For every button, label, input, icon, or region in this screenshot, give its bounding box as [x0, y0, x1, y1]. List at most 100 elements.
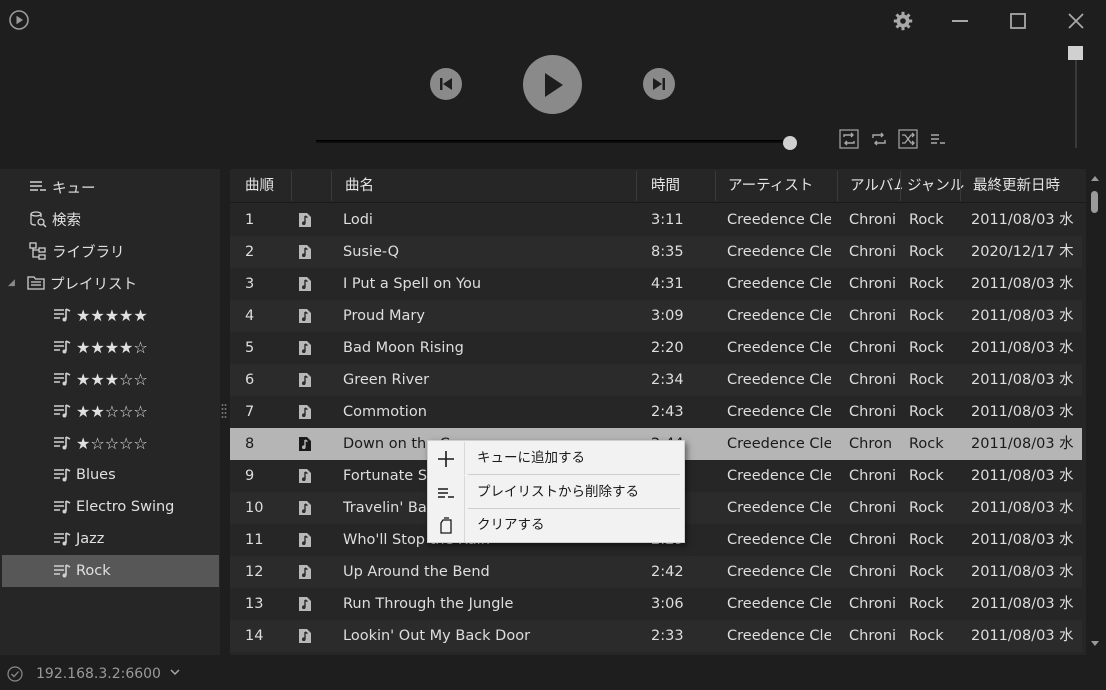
splitter-handle[interactable] [221, 402, 227, 422]
sidebar-item-3-stars[interactable]: ★★★☆☆ [2, 363, 219, 395]
shuffle-icon[interactable] [897, 129, 919, 149]
context-menu-clear[interactable]: クリアする [428, 509, 684, 542]
table-row[interactable]: 6 Green River 2:34 Creedence Clea Chroni Rock… [230, 364, 1082, 396]
context-menu-remove-from-playlist[interactable]: プレイリストから削除する [428, 476, 684, 509]
table-row[interactable]: 7 Commotion 2:43 Creedence Clea Chroni Rock 20… [230, 396, 1082, 428]
music-file-icon [298, 300, 314, 332]
table-row[interactable]: 4 Proud Mary 3:09 Creedence Clea Chroni Rock 2… [230, 300, 1082, 332]
music-file-icon [298, 588, 314, 620]
music-file-icon [298, 236, 314, 268]
gear-icon[interactable] [888, 8, 918, 34]
cell-artist: Creedence Clea [727, 628, 831, 644]
cell-album: Chroni [849, 372, 897, 388]
playlist-music-icon [52, 401, 72, 421]
table-row[interactable]: 5 Bad Moon Rising 2:20 Creedence Clea Chroni… [230, 332, 1082, 364]
cell-genre: Rock [909, 628, 944, 644]
cell-modified: 2011/08/03 水 1 [971, 596, 1079, 612]
sidebar-item-label: プレイリスト [50, 276, 137, 293]
cell-genre: Rock [909, 564, 944, 580]
repeat-icon[interactable] [868, 129, 890, 149]
volume-knob[interactable] [1068, 46, 1083, 60]
column-header-time[interactable]: 時間 [651, 169, 711, 203]
sidebar-item-label: ★★★☆☆ [76, 369, 148, 389]
cell-time: 3:11 [651, 212, 684, 228]
context-menu-add-to-queue[interactable]: キューに追加する [428, 442, 684, 475]
check-circle-icon [6, 665, 24, 683]
sidebar-item-electro-swing[interactable]: Electro Swing [2, 491, 219, 523]
cell-modified: 2011/08/03 水 1 [971, 628, 1079, 644]
cell-title: Susie-Q [343, 244, 400, 260]
cell-track-no: 8 [245, 436, 255, 452]
minimize-icon[interactable] [945, 8, 975, 34]
table-row[interactable]: 1 Lodi 3:11 Creedence Clea Chroni Rock 2011/08… [230, 204, 1082, 236]
sidebar-item-label: ★★☆☆☆ [76, 401, 148, 421]
sidebar-item-search[interactable]: 検索 [2, 203, 219, 235]
table-row[interactable]: 2 Susie-Q 8:35 Creedence Clea Chroni Rock 2020… [230, 236, 1082, 268]
skip-next-icon[interactable] [643, 68, 675, 100]
sidebar-item-queue[interactable]: キュー [2, 171, 219, 203]
cell-title: Lookin' Out My Back Door [343, 628, 531, 644]
sidebar-item-playlists[interactable]: ◢ プレイリスト [2, 267, 219, 299]
play-icon[interactable] [523, 55, 582, 114]
seek-knob[interactable] [783, 136, 797, 150]
cell-album: Chroni [849, 532, 897, 548]
seek-bar[interactable] [316, 140, 792, 143]
cell-artist: Creedence Clea [727, 564, 831, 580]
sidebar-item-jazz[interactable]: Jazz [2, 523, 219, 555]
table-row[interactable]: 13 Run Through the Jungle 3:06 Creedence Cl… [230, 588, 1082, 620]
playlist-icon[interactable] [927, 129, 949, 149]
clear-icon [428, 509, 464, 542]
table-row[interactable]: 14 Lookin' Out My Back Door 2:33 Creedence … [230, 620, 1082, 652]
skip-previous-icon[interactable] [430, 68, 462, 100]
sidebar-item-library[interactable]: ライブラリ [2, 235, 219, 267]
sidebar-item-label: キュー [52, 180, 96, 197]
cell-modified: 2020/12/17 木 ( [971, 244, 1079, 260]
music-file-icon [298, 204, 314, 236]
cell-time: 2:20 [651, 340, 684, 356]
sidebar-item-rock[interactable]: Rock [2, 555, 219, 587]
chevron-down-icon[interactable]: ◢ [8, 278, 24, 288]
sidebar-item-2-stars[interactable]: ★★☆☆☆ [2, 395, 219, 427]
cell-modified: 2011/08/03 水 1 [971, 372, 1079, 388]
server-address[interactable]: 192.168.3.2:6600 [36, 666, 161, 682]
sidebar-item-4-stars[interactable]: ★★★★☆ [2, 331, 219, 363]
cell-artist: Creedence Clea [727, 276, 831, 292]
volume-track[interactable] [1075, 54, 1077, 148]
cell-artist: Creedence Clea [727, 340, 831, 356]
scrollbar[interactable] [1086, 169, 1104, 655]
cell-title: Run Through the Jungle [343, 596, 514, 612]
playlist-music-icon [52, 369, 72, 389]
column-header-track-no[interactable]: 曲順 [245, 169, 295, 203]
cell-album: Chroni [849, 564, 897, 580]
cell-track-no: 9 [245, 468, 255, 484]
cell-artist: Creedence Clea [727, 596, 831, 612]
column-header-modified[interactable]: 最終更新日時 [973, 169, 1083, 203]
maximize-icon[interactable] [1003, 8, 1033, 34]
chevron-down-icon[interactable] [169, 666, 181, 682]
cell-time: 4:31 [651, 276, 684, 292]
sidebar-item-1-star[interactable]: ★☆☆☆☆ [2, 427, 219, 459]
cell-modified: 2011/08/03 水 1 [971, 212, 1079, 228]
sidebar-item-5-stars[interactable]: ★★★★★ [2, 299, 219, 331]
column-header-album[interactable]: アルバム [850, 169, 902, 203]
cell-genre: Rock [909, 468, 944, 484]
sidebar-item-blues[interactable]: Blues [2, 459, 219, 491]
cell-artist: Creedence Clea [727, 308, 831, 324]
cell-album: Chroni [849, 340, 897, 356]
column-header-genre[interactable]: ジャンル [907, 169, 965, 203]
column-header-artist[interactable]: アーティスト [728, 169, 838, 203]
cell-genre: Rock [909, 404, 944, 420]
table-row[interactable]: 3 I Put a Spell on You 4:31 Creedence Clea C… [230, 268, 1082, 300]
column-header-title[interactable]: 曲名 [345, 169, 625, 203]
cell-genre: Rock [909, 500, 944, 516]
sidebar-item-label: ★☆☆☆☆ [76, 433, 148, 453]
cell-modified: 2011/08/03 水 1 [971, 532, 1079, 548]
repeat-all-icon[interactable] [838, 129, 860, 149]
table-row[interactable]: 12 Up Around the Bend 2:42 Creedence Clea Ch… [230, 556, 1082, 588]
cell-track-no: 7 [245, 404, 255, 420]
cell-modified: 2011/08/03 水 1 [971, 340, 1079, 356]
cell-genre: Rock [909, 596, 944, 612]
music-file-icon [298, 364, 314, 396]
cell-track-no: 4 [245, 308, 255, 324]
close-icon[interactable] [1061, 8, 1091, 34]
